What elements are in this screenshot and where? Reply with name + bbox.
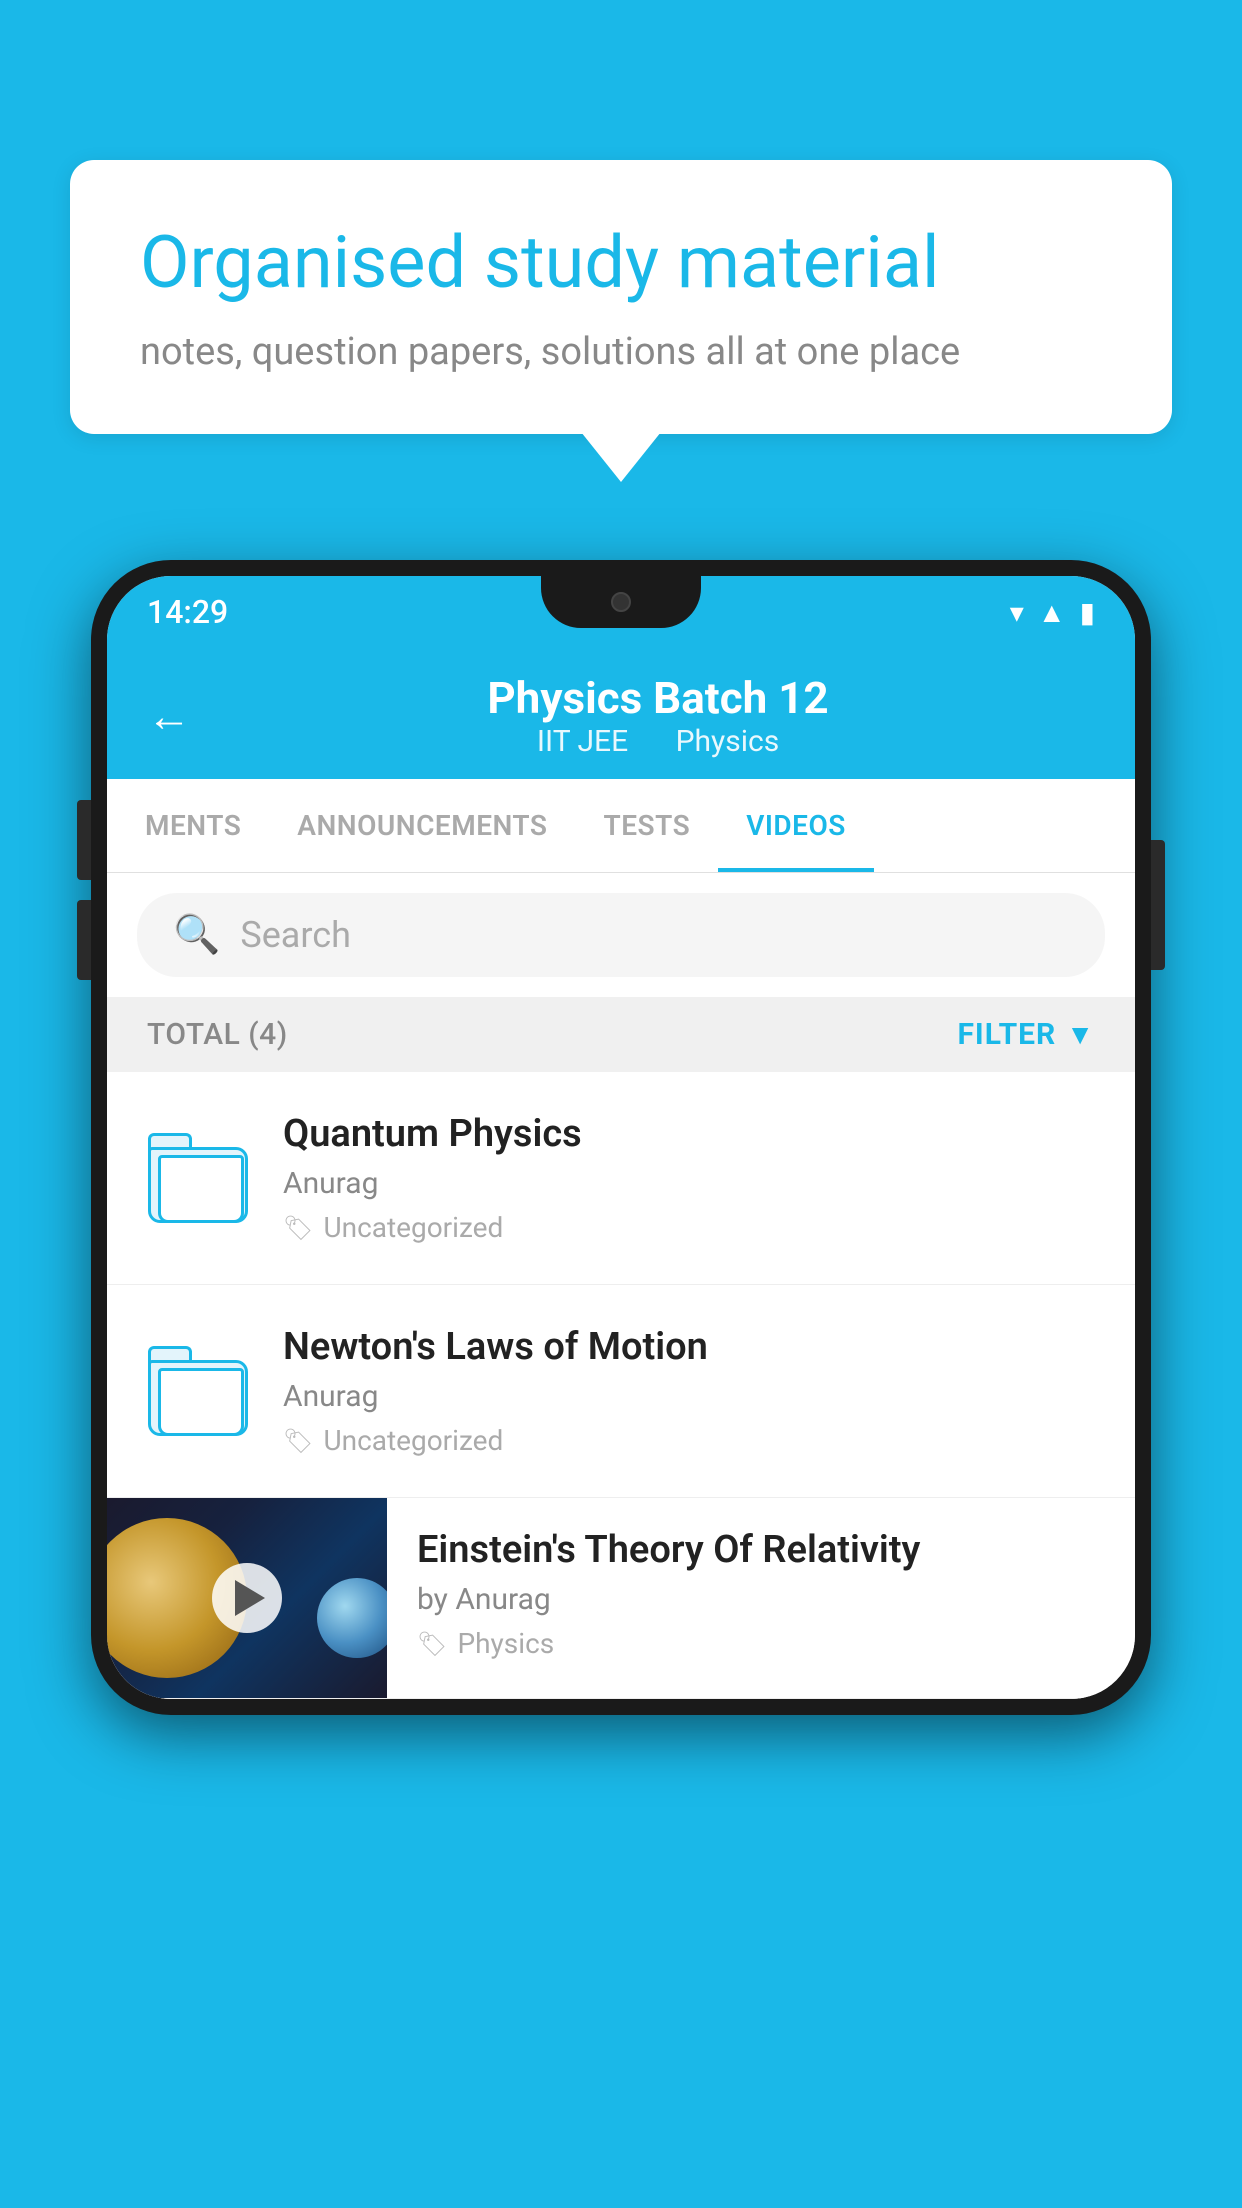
video-item-quantum[interactable]: Quantum Physics Anurag 🏷 Uncategorized [107, 1072, 1135, 1285]
tag-icon-newton: 🏷 [283, 1427, 313, 1455]
tag-icon-quantum: 🏷 [283, 1214, 313, 1242]
video-list: Quantum Physics Anurag 🏷 Uncategorized [107, 1072, 1135, 1699]
search-placeholder: Search [240, 914, 351, 956]
tag-label-quantum: Uncategorized [323, 1211, 503, 1244]
signal-icon: ▲ [1038, 596, 1066, 629]
tag-label-newton: Uncategorized [323, 1424, 503, 1457]
filter-bar: TOTAL (4) FILTER ▼ [107, 997, 1135, 1072]
folder-icon-quantum [148, 1133, 248, 1223]
video-thumbnail-einstein [107, 1498, 387, 1698]
video-item-newton[interactable]: Newton's Laws of Motion Anurag 🏷 Uncateg… [107, 1285, 1135, 1498]
phone-screen: 14:29 ▾ ▲ ▮ ← Physics Batch 12 IIT JEE P… [107, 576, 1135, 1699]
phone-outer: 14:29 ▾ ▲ ▮ ← Physics Batch 12 IIT JEE P… [91, 560, 1151, 1715]
phone-mockup: 14:29 ▾ ▲ ▮ ← Physics Batch 12 IIT JEE P… [91, 560, 1151, 1715]
planet-small [317, 1578, 387, 1658]
tab-ments[interactable]: MENTS [117, 779, 269, 872]
status-time: 14:29 [147, 593, 228, 631]
video-item-einstein[interactable]: Einstein's Theory Of Relativity by Anura… [107, 1498, 1135, 1699]
filter-button[interactable]: FILTER ▼ [957, 1017, 1095, 1052]
play-button-einstein[interactable] [212, 1563, 282, 1633]
search-container: 🔍 Search [107, 873, 1135, 997]
status-icons: ▾ ▲ ▮ [1010, 596, 1095, 629]
header-title: Physics Batch 12 [221, 672, 1095, 724]
total-count: TOTAL (4) [147, 1017, 288, 1052]
speech-bubble-container: Organised study material notes, question… [70, 160, 1172, 434]
tab-videos[interactable]: VIDEOS [718, 779, 874, 872]
filter-label: FILTER [957, 1017, 1056, 1052]
tag-label-einstein: Physics [457, 1627, 554, 1660]
phone-notch [541, 576, 701, 628]
video-info-quantum: Quantum Physics Anurag 🏷 Uncategorized [283, 1112, 1099, 1244]
tab-announcements[interactable]: ANNOUNCEMENTS [269, 779, 575, 872]
video-tag-newton: 🏷 Uncategorized [283, 1424, 1099, 1457]
video-author-quantum: Anurag [283, 1166, 1099, 1201]
video-tag-quantum: 🏷 Uncategorized [283, 1211, 1099, 1244]
video-info-newton: Newton's Laws of Motion Anurag 🏷 Uncateg… [283, 1325, 1099, 1457]
app-header: ← Physics Batch 12 IIT JEE Physics [107, 648, 1135, 779]
speech-bubble: Organised study material notes, question… [70, 160, 1172, 434]
video-title-newton: Newton's Laws of Motion [283, 1325, 1099, 1369]
video-tag-einstein: 🏷 Physics [417, 1627, 1105, 1660]
tab-tests[interactable]: TESTS [576, 779, 719, 872]
video-info-einstein: Einstein's Theory Of Relativity by Anura… [387, 1498, 1135, 1680]
video-title-einstein: Einstein's Theory Of Relativity [417, 1528, 1105, 1572]
play-icon [235, 1580, 265, 1616]
back-button[interactable]: ← [147, 694, 191, 738]
power-button[interactable] [1151, 840, 1165, 970]
search-icon: 🔍 [173, 913, 220, 957]
wifi-icon: ▾ [1010, 596, 1024, 629]
subtitle-physics: Physics [676, 724, 780, 759]
tag-icon-einstein: 🏷 [417, 1630, 447, 1658]
folder-thumb-newton [143, 1336, 253, 1446]
folder-thumb-quantum [143, 1123, 253, 1233]
volume-up-button[interactable] [77, 800, 91, 880]
search-box[interactable]: 🔍 Search [137, 893, 1105, 977]
bubble-title: Organised study material [140, 220, 1102, 306]
video-author-newton: Anurag [283, 1379, 1099, 1414]
video-title-quantum: Quantum Physics [283, 1112, 1099, 1156]
volume-down-button[interactable] [77, 900, 91, 980]
filter-icon: ▼ [1066, 1018, 1095, 1051]
bubble-subtitle: notes, question papers, solutions all at… [140, 330, 1102, 374]
tabs-bar: MENTS ANNOUNCEMENTS TESTS VIDEOS [107, 779, 1135, 873]
folder-icon-newton [148, 1346, 248, 1436]
video-author-einstein: by Anurag [417, 1582, 1105, 1617]
front-camera [611, 592, 631, 612]
subtitle-iit: IIT JEE [537, 724, 628, 759]
battery-icon: ▮ [1080, 596, 1095, 629]
header-subtitle: IIT JEE Physics [221, 724, 1095, 759]
header-title-block: Physics Batch 12 IIT JEE Physics [221, 672, 1095, 759]
